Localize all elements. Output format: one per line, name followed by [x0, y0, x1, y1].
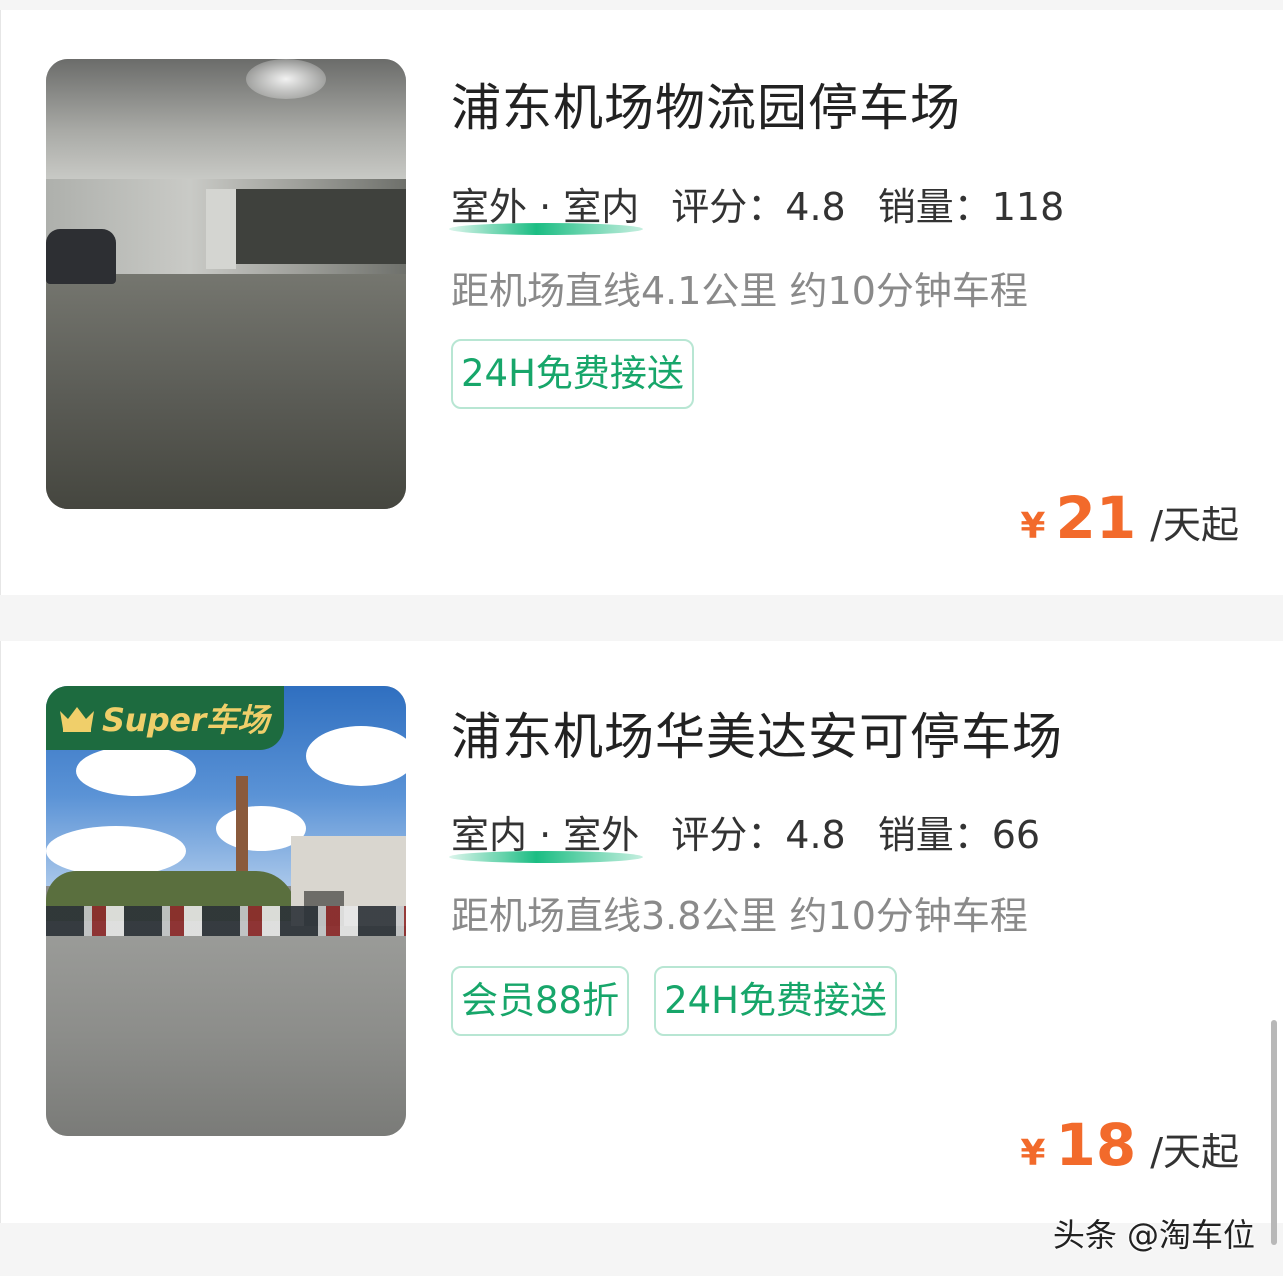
feature-tags: 24H免费接送 — [451, 339, 694, 409]
currency-symbol: ¥ — [1020, 506, 1046, 547]
listing-title[interactable]: 浦东机场华美达安可停车场 — [451, 697, 1063, 769]
parking-listing-card[interactable]: Super车场 浦东机场华美达安可停车场 室内 · 室外 评分： 4.8 销量：… — [0, 641, 1283, 1223]
parking-type: 室外 · 室内 — [449, 176, 644, 235]
parking-type: 室内 · 室外 — [449, 804, 644, 863]
price-unit: /天起 — [1150, 503, 1239, 547]
photo-car — [46, 229, 116, 284]
price-amount: 18 — [1055, 1111, 1137, 1179]
crown-icon — [60, 707, 94, 732]
feature-tag: 24H免费接送 — [451, 339, 694, 409]
sales-label: 销量： — [877, 813, 992, 857]
photo-chimney — [236, 776, 248, 881]
rating-value: 4.8 — [785, 185, 846, 229]
listing-title[interactable]: 浦东机场物流园停车场 — [451, 68, 961, 140]
photo-parked-cars — [46, 906, 406, 936]
sales-label: 销量： — [877, 185, 992, 229]
super-badge: Super车场 — [46, 686, 284, 750]
parking-lot-photo[interactable]: Super车场 — [46, 686, 406, 1136]
photo-pillar — [206, 189, 236, 269]
rating-label: 评分： — [671, 185, 786, 229]
distance-text: 距机场直线3.8公里 约10分钟车程 — [451, 894, 1028, 938]
price-amount: 21 — [1055, 484, 1137, 552]
price: ¥ 18 /天起 — [1020, 1111, 1239, 1179]
parking-type-text: 室内 · 室外 — [451, 813, 640, 857]
sales-value: 118 — [991, 185, 1065, 229]
photo-cloud — [76, 746, 196, 796]
photo-asphalt — [46, 936, 406, 1136]
watermark: 头条 @淘车位 — [1052, 1216, 1255, 1254]
distance-text: 距机场直线4.1公里 约10分钟车程 — [451, 269, 1028, 313]
currency-symbol: ¥ — [1020, 1133, 1046, 1174]
parking-listing-card[interactable]: 浦东机场物流园停车场 室外 · 室内 评分： 4.8 销量： 118 距机场直线… — [0, 10, 1283, 595]
photo-floor — [46, 274, 406, 509]
parking-lot-photo[interactable] — [46, 59, 406, 509]
photo-light — [246, 59, 326, 99]
rating-value: 4.8 — [785, 813, 846, 857]
price-unit: /天起 — [1150, 1130, 1239, 1174]
listing-meta: 室内 · 室外 评分： 4.8 销量： 66 — [449, 804, 1041, 863]
scrollbar[interactable] — [1271, 1020, 1277, 1245]
listing-meta: 室外 · 室内 评分： 4.8 销量： 118 — [449, 176, 1065, 235]
member-discount-tag: 会员88折 — [451, 966, 630, 1036]
parking-type-text: 室外 · 室内 — [451, 185, 640, 229]
photo-ceiling — [46, 59, 406, 179]
sales-value: 66 — [991, 813, 1041, 857]
rating-label: 评分： — [671, 813, 786, 857]
feature-tag: 24H免费接送 — [654, 966, 897, 1036]
photo-opening — [236, 189, 406, 264]
price: ¥ 21 /天起 — [1020, 484, 1239, 552]
super-badge-label: Super车场 — [102, 701, 269, 739]
photo-cloud — [46, 826, 186, 876]
top-divider — [0, 0, 1283, 10]
feature-tags: 会员88折 24H免费接送 — [451, 966, 897, 1036]
photo-cloud — [306, 726, 406, 786]
